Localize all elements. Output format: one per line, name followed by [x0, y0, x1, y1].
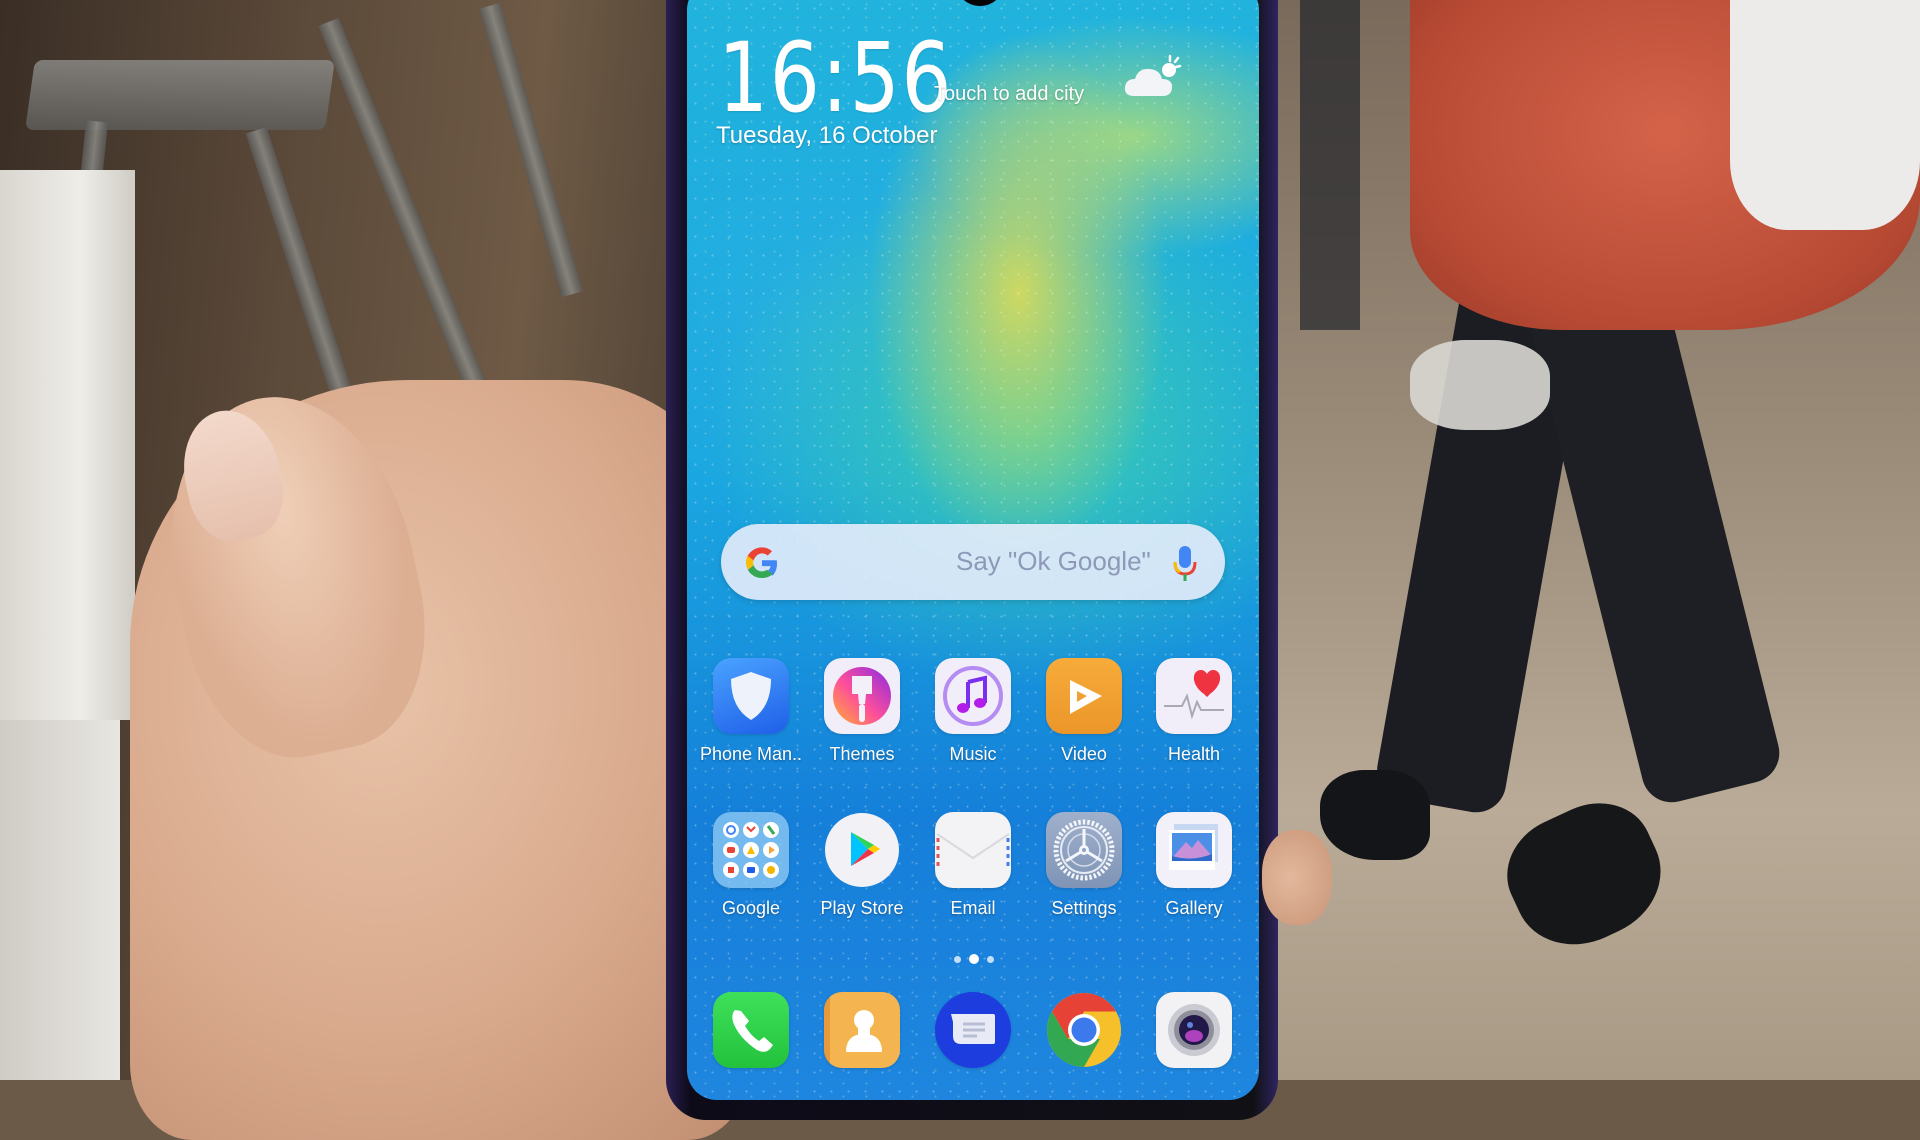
person-shoe — [1320, 770, 1430, 860]
date-label: Tuesday, 16 October — [716, 122, 938, 149]
stool — [25, 60, 335, 130]
microphone-icon[interactable] — [1173, 544, 1197, 584]
app-settings[interactable]: Settings — [1029, 812, 1139, 919]
cloud-sun-icon[interactable] — [1122, 54, 1184, 102]
app-themes[interactable]: Themes — [807, 658, 917, 765]
app-phone-manager[interactable]: Phone Man.. — [696, 658, 806, 765]
app-label: Themes — [829, 744, 895, 764]
white-counter — [0, 720, 120, 1080]
page-indicator[interactable] — [950, 952, 1000, 966]
app-video[interactable]: Video — [1029, 658, 1139, 765]
app-label: Google — [721, 898, 781, 918]
play-icon — [1046, 658, 1122, 734]
app-play-store[interactable]: Play Store — [807, 812, 917, 919]
google-folder-icon — [713, 812, 789, 888]
chrome-icon — [1046, 992, 1122, 1068]
paintbrush-icon — [824, 658, 900, 734]
white-counter — [0, 170, 135, 720]
app-label: Settings — [1051, 898, 1117, 918]
page-dot[interactable] — [954, 956, 961, 963]
app-label: Music — [949, 744, 997, 764]
page-dot[interactable] — [987, 956, 994, 963]
dock-camera[interactable] — [1139, 992, 1249, 1068]
dock-phone[interactable] — [696, 992, 806, 1068]
shield-icon — [713, 658, 789, 734]
search-hint[interactable]: Say "Ok Google" — [956, 546, 1151, 577]
app-music[interactable]: Music — [918, 658, 1028, 765]
app-label: Video — [1061, 744, 1107, 764]
person-shirt — [1730, 0, 1920, 230]
app-folder-google[interactable]: Google — [696, 812, 806, 919]
app-label: Phone Man.. — [699, 744, 803, 764]
play-store-icon — [824, 812, 900, 888]
app-email[interactable]: Email — [918, 812, 1028, 919]
envelope-icon — [935, 812, 1011, 888]
finger — [1262, 830, 1332, 925]
dock-contacts[interactable] — [807, 992, 917, 1068]
app-label: Gallery — [1165, 898, 1223, 918]
camera-icon — [1156, 992, 1232, 1068]
contacts-icon — [824, 992, 900, 1068]
dock-chrome[interactable] — [1029, 992, 1139, 1068]
app-health[interactable]: Health — [1139, 658, 1249, 765]
app-gallery[interactable]: Gallery — [1139, 812, 1249, 919]
background-person — [1300, 0, 1360, 330]
page-dot-active[interactable] — [969, 954, 979, 964]
dock-messages[interactable] — [918, 992, 1028, 1068]
heart-pulse-icon — [1156, 658, 1232, 734]
music-note-icon — [935, 658, 1011, 734]
weather-add-city[interactable]: Touch to add city — [934, 83, 1084, 106]
google-g-icon[interactable] — [743, 544, 781, 582]
app-label: Email — [950, 898, 996, 918]
clock-time[interactable]: 16:56 — [718, 22, 953, 134]
google-search-bar[interactable]: Say "Ok Google" — [721, 524, 1225, 600]
message-icon — [935, 992, 1011, 1068]
app-label: Health — [1167, 744, 1221, 764]
app-label: Play Store — [820, 898, 904, 918]
photo-icon — [1156, 812, 1232, 888]
gear-icon — [1046, 812, 1122, 888]
phone-icon — [713, 992, 789, 1068]
cloth — [1410, 340, 1550, 430]
